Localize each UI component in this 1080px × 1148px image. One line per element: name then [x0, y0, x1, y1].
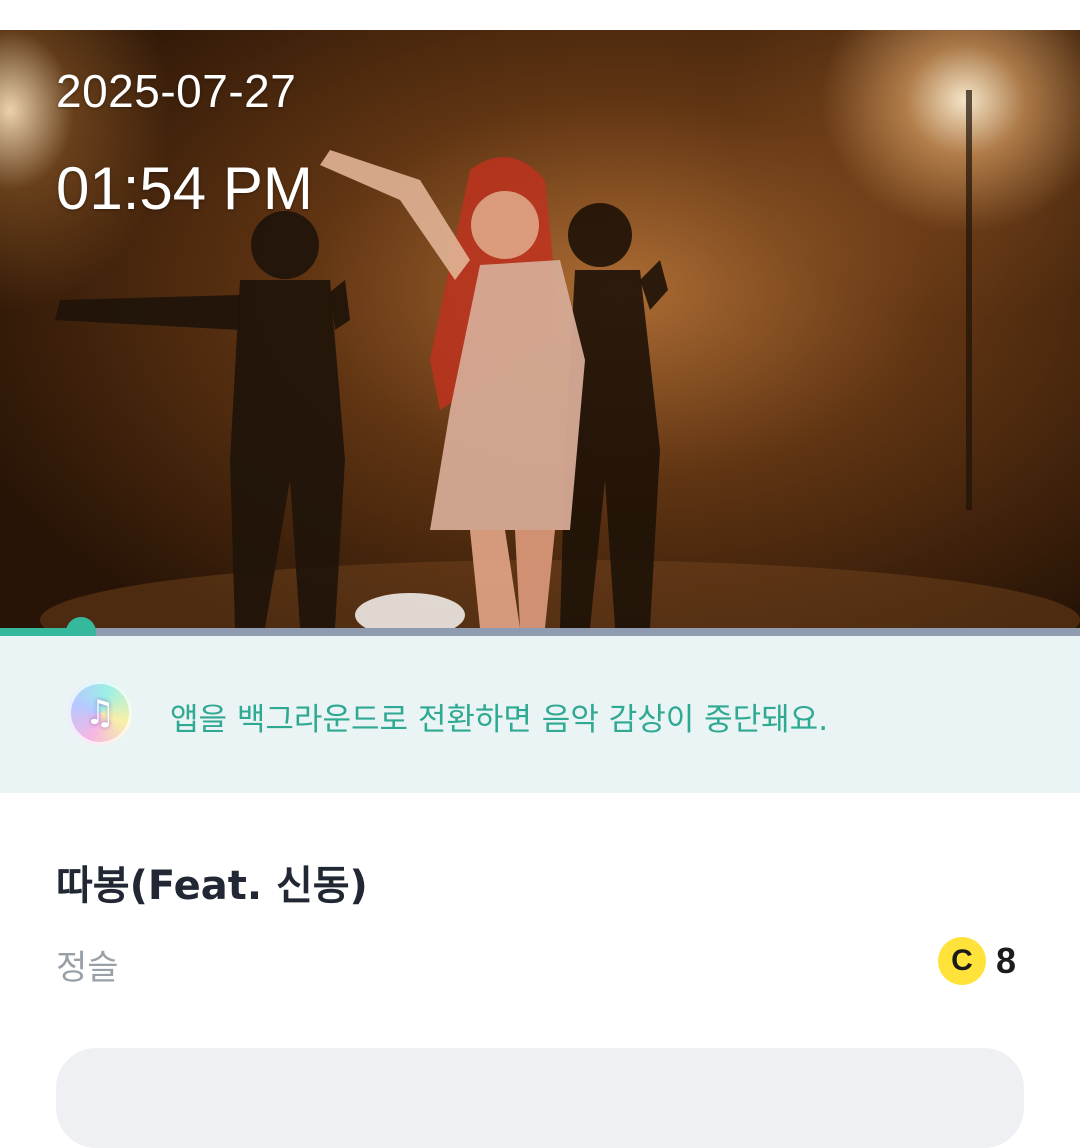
coin-symbol: C	[951, 944, 973, 977]
playback-progress-bar[interactable]	[0, 617, 1080, 647]
song-title: 따봉(Feat. 신동)	[56, 863, 368, 909]
top-strip	[0, 0, 1080, 30]
notice-text: 앱을 백그라운드로 전환하면 음악 감상이 중단돼요.	[170, 702, 829, 738]
bottom-card[interactable]	[56, 1048, 1024, 1148]
artist-name[interactable]: 정슬	[56, 940, 119, 989]
coin-icon: C	[938, 937, 986, 985]
coin-count: 8	[996, 940, 1017, 981]
video-player[interactable]: 2025-07-27 01:54 PM	[0, 30, 1080, 628]
video-time: 01:54 PM	[56, 155, 313, 222]
video-date: 2025-07-27	[56, 65, 297, 117]
music-note-icon: ♫	[68, 681, 132, 745]
video-frame	[40, 90, 1080, 628]
